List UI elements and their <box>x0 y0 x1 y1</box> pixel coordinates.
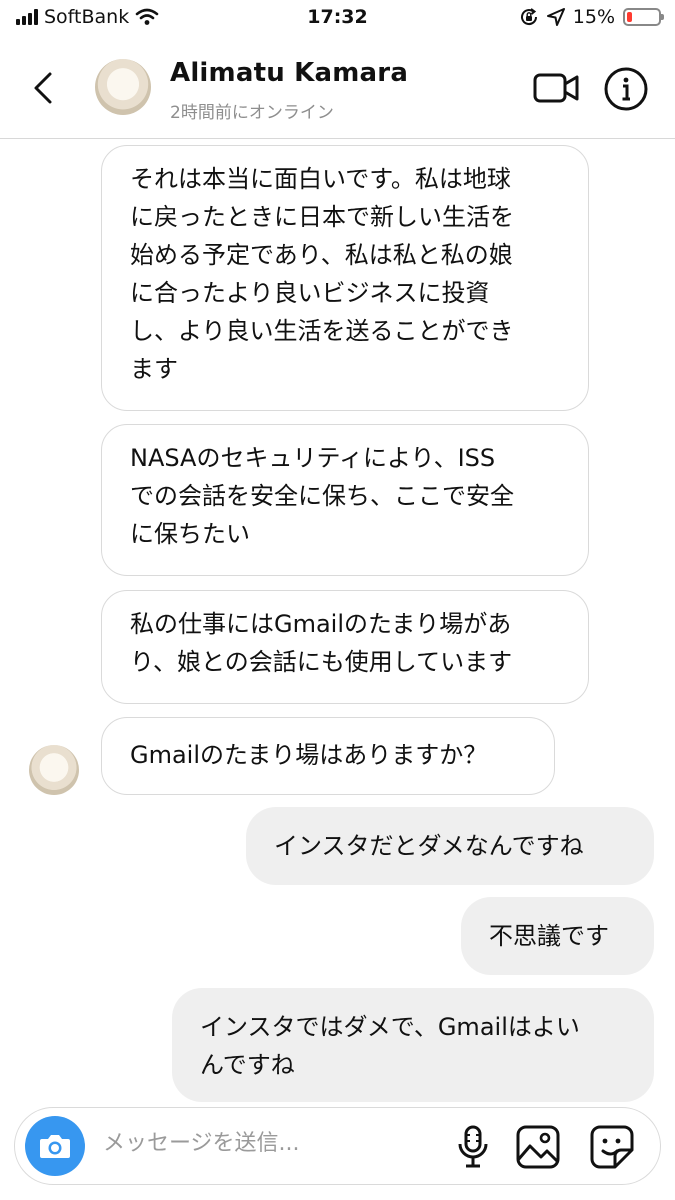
orientation-lock-icon <box>520 8 537 26</box>
status-bar: SoftBank 17:32 15% <box>0 0 675 38</box>
contact-name[interactable]: Alimatu Kamara <box>170 58 408 88</box>
sticker-icon[interactable] <box>589 1124 635 1170</box>
online-status: 2時間前にオンライン <box>170 103 334 123</box>
location-icon <box>546 8 565 26</box>
message-bubble-incoming[interactable]: それは本当に面白いです。私は地球 に戻ったときに日本で新しい生活を 始める予定で… <box>101 145 589 411</box>
camera-icon <box>40 1135 70 1158</box>
message-bubble-incoming[interactable]: NASAのセキュリティにより、ISS での会話を安全に保ち、ここで安全 に保ちた… <box>101 424 589 576</box>
info-icon[interactable] <box>603 66 649 112</box>
battery-icon <box>623 8 664 26</box>
sender-avatar[interactable] <box>29 745 79 795</box>
chat-header: Alimatu Kamara 2時間前にオンライン <box>0 38 675 139</box>
back-icon[interactable] <box>24 68 64 108</box>
battery-fill <box>627 12 632 22</box>
message-input[interactable] <box>101 1130 425 1157</box>
message-bubble-outgoing[interactable]: インスタではダメで、Gmailはよい んですね <box>172 988 654 1102</box>
status-right: 15% <box>519 6 664 28</box>
avatar[interactable] <box>95 59 151 115</box>
message-composer <box>14 1107 661 1185</box>
battery-percent: 15% <box>572 6 615 28</box>
camera-button[interactable] <box>25 1116 85 1176</box>
message-bubble-incoming[interactable]: 私の仕事にはGmailのたまり場があ り、娘との会話にも使用しています <box>101 590 589 704</box>
microphone-icon[interactable] <box>453 1124 493 1170</box>
photo-gallery-icon[interactable] <box>515 1124 561 1170</box>
message-bubble-outgoing[interactable]: インスタだとダメなんですね <box>246 807 654 885</box>
video-call-icon[interactable] <box>532 68 580 108</box>
message-bubble-outgoing[interactable]: 不思議です <box>461 897 654 975</box>
message-bubble-incoming[interactable]: Gmailのたまり場はありますか？ <box>101 717 555 795</box>
